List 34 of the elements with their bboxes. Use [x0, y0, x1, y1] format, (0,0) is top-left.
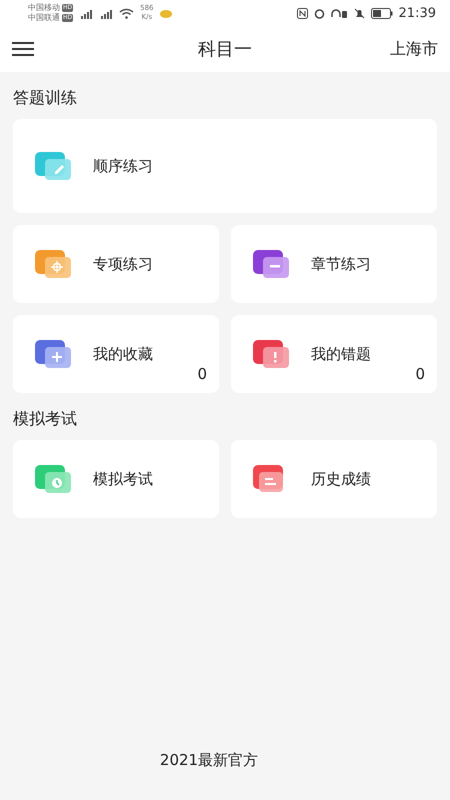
card-label: 历史成绩 [311, 470, 371, 488]
signal-icon [99, 8, 114, 18]
footer-text: 2021最新官方 [160, 751, 258, 770]
signal-icon [79, 8, 94, 18]
page-title: 科目一 [198, 38, 252, 61]
card-label: 我的错题 [311, 344, 371, 364]
pencil-icon [33, 150, 73, 182]
battery-icon [370, 8, 393, 18]
target-icon [33, 248, 73, 280]
carrier-name: 中国移动 [28, 3, 60, 13]
card-label: 我的收藏 [93, 344, 153, 364]
menu-card[interactable]: 顺序练习 [13, 119, 437, 213]
carrier-name: 中国联通 [28, 13, 60, 23]
menu-card[interactable]: 模拟考试 [13, 440, 219, 518]
menu-card[interactable]: 章节练习 [231, 225, 437, 303]
count: 0 [415, 365, 425, 383]
headphones-icon [330, 8, 348, 18]
card-label: 章节练习 [311, 254, 371, 274]
nfc-icon [296, 8, 308, 18]
section-heading: 模拟考试 [12, 408, 78, 430]
count: 0 [197, 365, 207, 383]
time: 21:39 [398, 6, 436, 20]
mute-icon [354, 8, 365, 18]
menu-card[interactable]: 我的错题 0 [231, 315, 437, 393]
section-heading: 答题训练 [12, 87, 78, 109]
menu-card[interactable]: 专项练习 [13, 225, 219, 303]
city-selector[interactable]: 上海市 [390, 38, 438, 60]
menu-icon[interactable] [12, 41, 34, 57]
card-label: 模拟考试 [93, 470, 153, 488]
wifi-icon [119, 8, 134, 18]
menu-card[interactable]: 我的收藏 0 [13, 315, 219, 393]
card-label: 顺序练习 [93, 156, 153, 176]
menu-card[interactable]: 历史成绩 [231, 440, 437, 518]
card-label: 专项练习 [93, 254, 153, 274]
